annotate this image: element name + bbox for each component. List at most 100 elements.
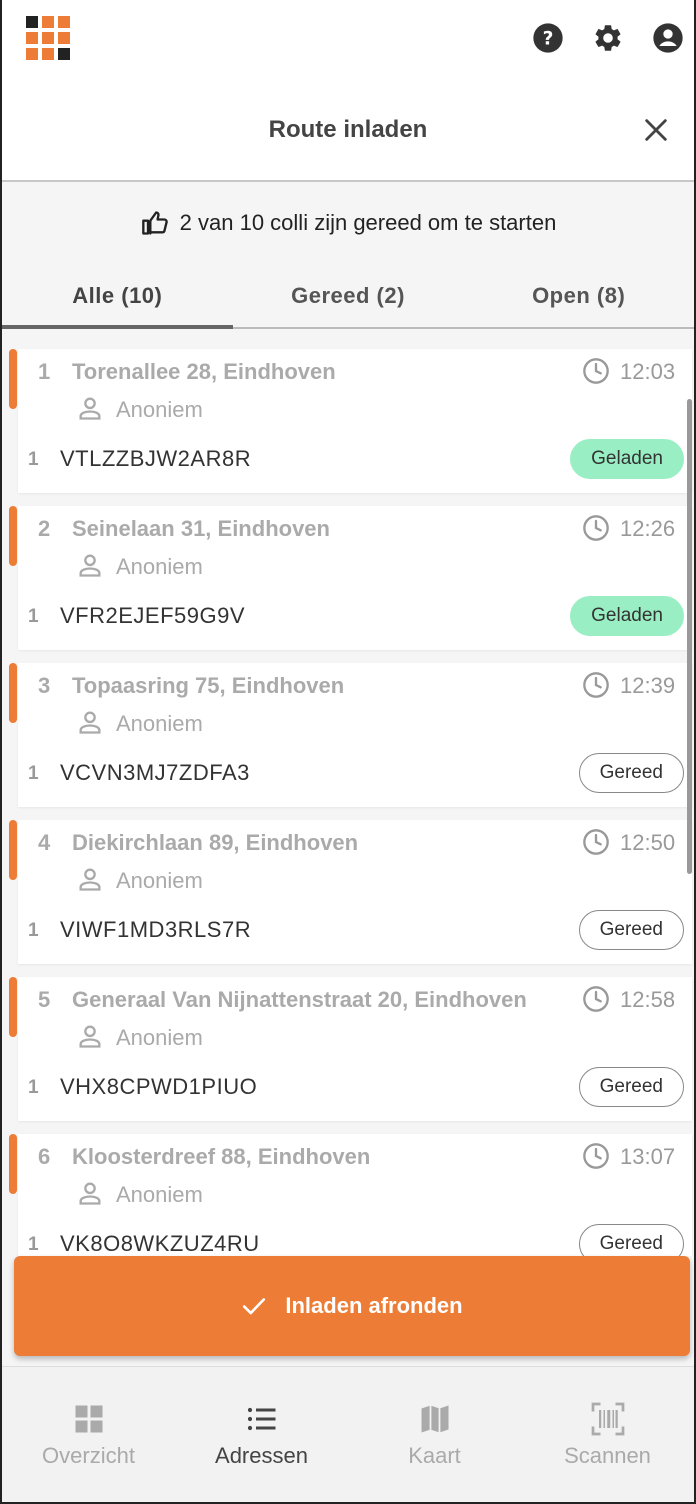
dashboard-icon [75, 1405, 102, 1433]
stop-time: 12:26 [620, 516, 676, 541]
nav-label: Adressen [215, 1443, 308, 1468]
nav-kaart[interactable]: Kaart [348, 1367, 521, 1502]
stop-address: Torenallee 28, Eindhoven [72, 359, 336, 384]
colli-code: VK8O8WKZUZ4RU [60, 1231, 260, 1256]
nav-overzicht[interactable]: Overzicht [2, 1367, 175, 1502]
stop-time: 13:07 [620, 1144, 676, 1169]
customer-name: Anoniem [116, 397, 203, 422]
thumbs-up-icon [141, 211, 168, 235]
stop-time: 12:03 [620, 359, 676, 384]
help-icon[interactable]: ? [532, 22, 564, 54]
svg-text:?: ? [543, 29, 554, 50]
top-bar: ? [2, 0, 694, 80]
status-badge[interactable]: Gereed [578, 1067, 684, 1107]
finish-loading-button[interactable]: Inladen afronden [14, 1256, 690, 1356]
clock-icon [583, 986, 609, 1012]
tab-gereed[interactable]: Gereed (2) [233, 265, 464, 327]
close-icon[interactable] [642, 116, 670, 144]
ready-info: 2 van 10 colli zijn gereed om te starten [2, 183, 694, 263]
colli-count: 1 [28, 449, 39, 470]
finish-loading-label: Inladen afronden [285, 1293, 463, 1318]
status-badge[interactable]: Geladen [570, 596, 684, 636]
stop-card[interactable]: 4 Diekirchlaan 89, Eindhoven 12:50 Anoni… [9, 820, 692, 964]
customer-name: Anoniem [116, 868, 203, 893]
stop-number: 2 [38, 516, 51, 541]
dialog-header: Route inladen [2, 80, 694, 182]
stop-number: 6 [38, 1144, 51, 1169]
filter-tabs: Alle (10) Gereed (2) Open (8) [2, 265, 694, 329]
stop-card[interactable]: 5 Generaal Van Nijnattenstraat 20, Eindh… [9, 977, 692, 1121]
colli-count: 1 [28, 1234, 39, 1255]
stop-time: 12:50 [620, 830, 676, 855]
nav-adressen[interactable]: Adressen [175, 1367, 348, 1502]
status-badge[interactable]: Gereed [578, 910, 684, 950]
customer-name: Anoniem [116, 711, 203, 736]
card-accent [9, 506, 17, 566]
card-accent [9, 349, 17, 409]
person-icon [79, 397, 101, 420]
status-badge[interactable]: Gereed [578, 1224, 684, 1256]
barcode-scan-icon [591, 1402, 624, 1436]
nav-label: Scannen [564, 1443, 651, 1468]
clock-icon [583, 1143, 609, 1169]
nav-label: Kaart [408, 1443, 461, 1468]
stop-address: Kloosterdreef 88, Eindhoven [72, 1144, 371, 1169]
stop-card[interactable]: 3 Topaasring 75, Eindhoven 12:39 Anoniem… [9, 663, 692, 807]
grid-logo-icon[interactable] [26, 16, 70, 60]
tab-alle[interactable]: Alle (10) [2, 265, 233, 329]
colli-code: VHX8CPWD1PIUO [60, 1074, 258, 1099]
account-icon[interactable] [652, 22, 684, 54]
tab-open[interactable]: Open (8) [463, 265, 694, 327]
ready-info-text: 2 van 10 colli zijn gereed om te starten [179, 210, 557, 235]
stop-address: Topaasring 75, Eindhoven [72, 673, 345, 698]
card-accent [9, 977, 17, 1037]
customer-name: Anoniem [116, 1025, 203, 1050]
clock-icon [583, 829, 609, 855]
stop-card[interactable]: 2 Seinelaan 31, Eindhoven 12:26 Anoniem … [9, 506, 692, 650]
stop-address: Generaal Van Nijnattenstraat 20, Eindhov… [72, 987, 527, 1012]
colli-code: VCVN3MJ7ZDFA3 [60, 760, 250, 785]
stop-time: 12:58 [620, 987, 676, 1012]
list-icon [247, 1407, 275, 1431]
status-badge[interactable]: Gereed [578, 753, 684, 793]
colli-count: 1 [28, 763, 39, 784]
bottom-nav: Overzicht Adressen Kaart Scannen [2, 1366, 694, 1502]
colli-count: 1 [28, 920, 39, 941]
person-icon [79, 868, 101, 891]
check-icon [243, 1298, 266, 1315]
map-icon [421, 1405, 448, 1433]
customer-name: Anoniem [116, 554, 203, 579]
colli-count: 1 [28, 606, 39, 627]
clock-icon [583, 515, 609, 541]
stop-card[interactable]: 6 Kloosterdreef 88, Eindhoven 13:07 Anon… [9, 1134, 692, 1256]
clock-icon [583, 358, 609, 384]
person-icon [79, 711, 101, 734]
scrollbar[interactable] [687, 399, 692, 874]
customer-name: Anoniem [116, 1182, 203, 1207]
stop-card[interactable]: 1 Torenallee 28, Eindhoven 12:03 Anoniem… [9, 349, 692, 493]
card-accent [9, 663, 17, 723]
clock-icon [583, 672, 609, 698]
colli-count: 1 [28, 1077, 39, 1098]
gear-icon[interactable] [592, 22, 624, 54]
stop-address: Seinelaan 31, Eindhoven [72, 516, 330, 541]
nav-scannen[interactable]: Scannen [521, 1367, 694, 1502]
person-icon [79, 1182, 101, 1205]
card-accent [9, 820, 17, 880]
stop-list[interactable]: 1 Torenallee 28, Eindhoven 12:03 Anoniem… [2, 331, 694, 1256]
stop-time: 12:39 [620, 673, 676, 698]
stop-number: 3 [38, 673, 51, 698]
app-frame: ? Route inladen 2 van 10 colli zijn gere… [0, 0, 696, 1504]
stop-number: 1 [38, 359, 51, 384]
person-icon [79, 1025, 101, 1048]
colli-code: VFR2EJEF59G9V [60, 603, 246, 628]
stop-address: Diekirchlaan 89, Eindhoven [72, 830, 359, 855]
stop-number: 4 [38, 830, 51, 855]
colli-code: VTLZZBJW2AR8R [60, 446, 252, 471]
colli-code: VIWF1MD3RLS7R [60, 917, 252, 942]
person-icon [79, 554, 101, 577]
nav-label: Overzicht [42, 1443, 135, 1468]
page-title: Route inladen [268, 116, 428, 143]
status-badge[interactable]: Geladen [570, 439, 684, 479]
stop-number: 5 [38, 987, 51, 1012]
